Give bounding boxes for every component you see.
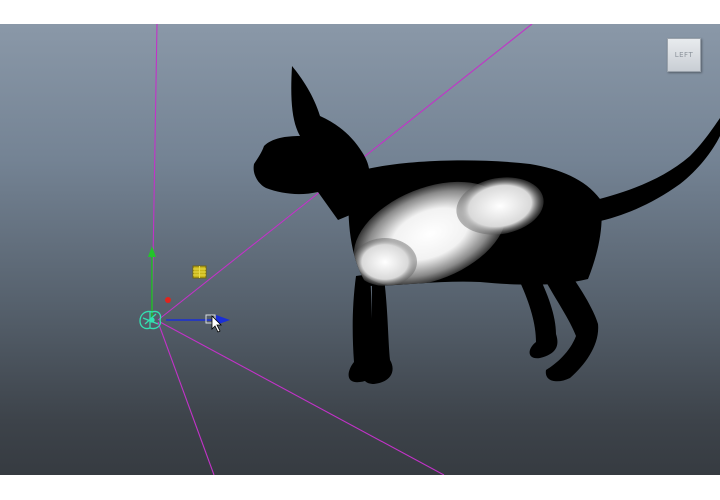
z-axis-handle[interactable] [165, 297, 171, 303]
light-icon[interactable] [192, 265, 207, 279]
move-manipulator[interactable] [148, 246, 230, 325]
screenshot-frame: LEFT [0, 0, 720, 500]
frustum-line-lower-left [157, 321, 215, 475]
view-cube[interactable]: LEFT [667, 38, 701, 72]
cat-head [253, 66, 370, 197]
camera-icon[interactable] [139, 310, 162, 330]
frustum-line-lower-right [159, 321, 445, 475]
y-axis-arrow-icon[interactable] [148, 246, 156, 257]
scene-canvas[interactable] [0, 24, 720, 475]
cat-tail [588, 118, 720, 222]
view-cube-face-label: LEFT [674, 51, 694, 59]
3d-viewport[interactable]: LEFT [0, 24, 720, 475]
